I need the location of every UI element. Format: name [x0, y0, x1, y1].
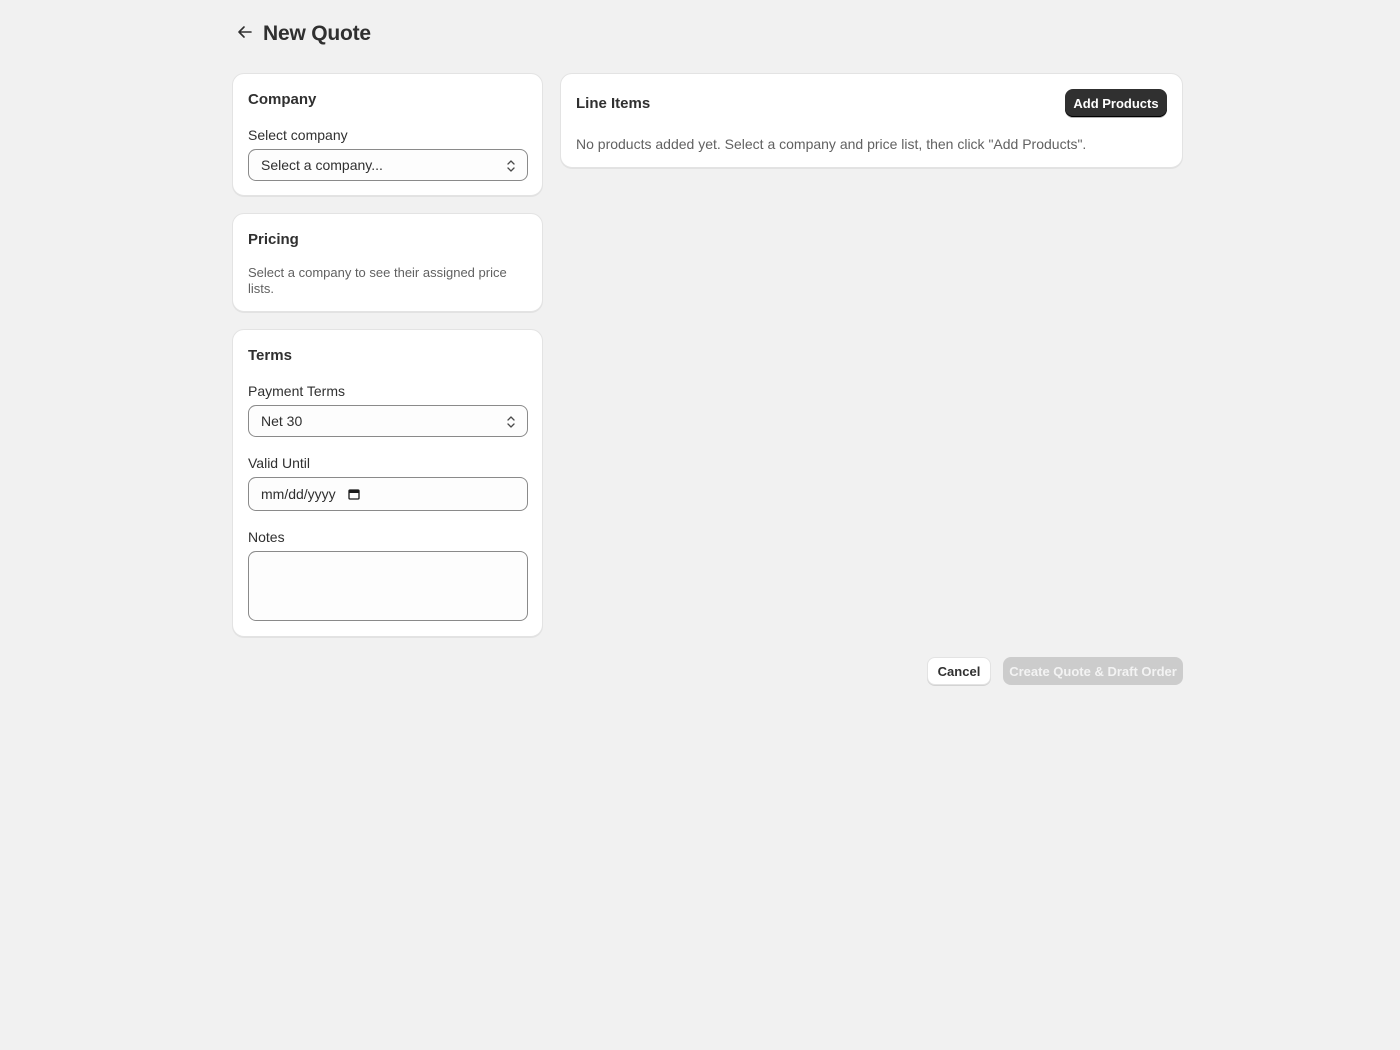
- chevron-up-down-icon: [505, 413, 517, 434]
- pricing-card: Pricing Select a company to see their as…: [232, 213, 543, 312]
- chevron-up-down-icon: [505, 157, 517, 178]
- pricing-card-title: Pricing: [248, 231, 299, 248]
- payment-terms-value: Net 30: [261, 413, 303, 429]
- notes-label: Notes: [248, 529, 285, 545]
- notes-textarea[interactable]: [248, 551, 528, 621]
- valid-until-placeholder: mm/dd/yyyy: [261, 486, 336, 502]
- create-quote-button[interactable]: Create Quote & Draft Order: [1003, 657, 1183, 685]
- back-button[interactable]: [232, 20, 258, 48]
- line-items-title: Line Items: [576, 95, 651, 112]
- line-items-empty-text: No products added yet. Select a company …: [576, 136, 1087, 152]
- arrow-left-icon: [237, 24, 253, 45]
- page-header: New Quote: [232, 18, 371, 50]
- valid-until-label: Valid Until: [248, 455, 310, 471]
- calendar-icon[interactable]: [348, 488, 360, 500]
- terms-card: Terms Payment Terms Net 30 Valid Until m…: [232, 329, 543, 637]
- payment-terms-label: Payment Terms: [248, 383, 345, 399]
- select-company-label: Select company: [248, 127, 348, 143]
- cancel-button[interactable]: Cancel: [927, 657, 991, 685]
- company-select-value: Select a company...: [261, 157, 383, 173]
- pricing-help-text: Select a company to see their assigned p…: [248, 265, 507, 296]
- line-items-card: Line Items Add Products No products adde…: [560, 73, 1183, 168]
- terms-card-title: Terms: [248, 347, 292, 364]
- page-title: New Quote: [263, 22, 371, 45]
- company-card: Company Select company Select a company.…: [232, 73, 543, 196]
- payment-terms-select[interactable]: Net 30: [248, 405, 528, 437]
- add-products-button[interactable]: Add Products: [1065, 89, 1167, 117]
- company-select[interactable]: Select a company...: [248, 149, 528, 181]
- valid-until-date-input[interactable]: mm/dd/yyyy: [248, 477, 528, 511]
- company-card-title: Company: [248, 91, 317, 108]
